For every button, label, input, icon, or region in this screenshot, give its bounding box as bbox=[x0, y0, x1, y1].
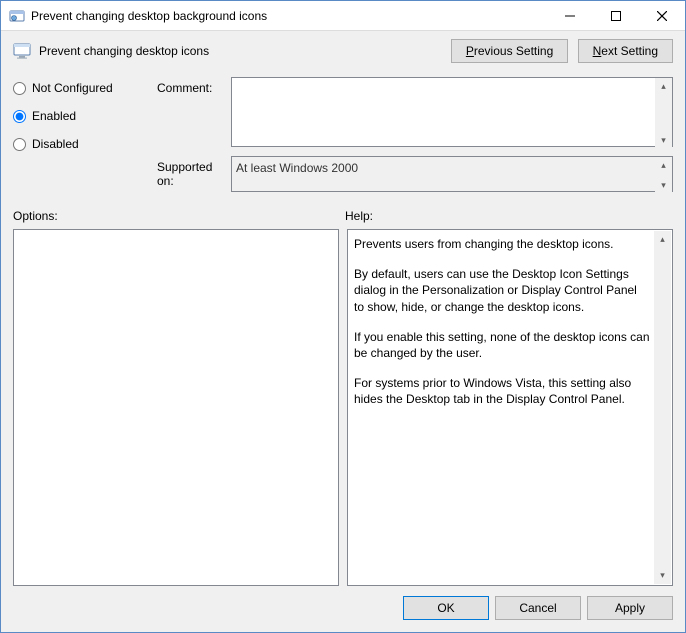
options-label: Options: bbox=[13, 209, 341, 223]
scroll-up-icon: ▴ bbox=[655, 78, 672, 95]
comment-label: Comment: bbox=[157, 77, 227, 95]
scroll-down-icon: ▾ bbox=[655, 132, 672, 149]
scroll-up-icon: ▴ bbox=[655, 157, 672, 174]
policy-icon bbox=[9, 8, 25, 24]
help-p3: If you enable this setting, none of the … bbox=[354, 329, 650, 361]
help-scrollbar[interactable]: ▴ ▾ bbox=[654, 231, 671, 584]
scroll-up-icon: ▴ bbox=[654, 231, 671, 248]
setting-icon bbox=[13, 42, 31, 60]
scroll-down-icon: ▾ bbox=[654, 567, 671, 584]
comment-scrollbar[interactable]: ▴ ▾ bbox=[655, 78, 672, 149]
radio-not-configured-input[interactable] bbox=[13, 82, 26, 95]
content-area: Prevent changing desktop icons Previous … bbox=[1, 31, 685, 632]
minimize-button[interactable] bbox=[547, 1, 593, 31]
help-p1: Prevents users from changing the desktop… bbox=[354, 236, 650, 252]
state-radios: Not Configured Enabled Disabled bbox=[13, 77, 153, 151]
radio-disabled-input[interactable] bbox=[13, 138, 26, 151]
radio-enabled[interactable]: Enabled bbox=[13, 109, 153, 123]
supported-on-text bbox=[231, 156, 673, 192]
panels-labels: Options: Help: bbox=[13, 209, 673, 223]
radio-enabled-input[interactable] bbox=[13, 110, 26, 123]
upper-grid: Not Configured Enabled Disabled Comment:… bbox=[13, 77, 673, 195]
cancel-button[interactable]: Cancel bbox=[495, 596, 581, 620]
nav-buttons: Previous Setting Next Setting bbox=[445, 39, 673, 63]
panels: Prevents users from changing the desktop… bbox=[13, 229, 673, 586]
previous-setting-button[interactable]: Previous Setting bbox=[451, 39, 568, 63]
radio-not-configured[interactable]: Not Configured bbox=[13, 81, 153, 95]
scroll-down-icon: ▾ bbox=[655, 177, 672, 194]
help-p2: By default, users can use the Desktop Ic… bbox=[354, 266, 650, 315]
window-title: Prevent changing desktop background icon… bbox=[31, 9, 547, 23]
help-label: Help: bbox=[341, 209, 673, 223]
maximize-button[interactable] bbox=[593, 1, 639, 31]
comment-input[interactable] bbox=[231, 77, 673, 147]
radio-not-configured-label: Not Configured bbox=[32, 81, 113, 95]
radio-enabled-label: Enabled bbox=[32, 109, 76, 123]
options-panel bbox=[13, 229, 339, 586]
help-p4: For systems prior to Windows Vista, this… bbox=[354, 375, 650, 407]
window-controls bbox=[547, 1, 685, 31]
ok-button[interactable]: OK bbox=[403, 596, 489, 620]
footer-buttons: OK Cancel Apply bbox=[13, 596, 673, 620]
next-setting-button[interactable]: Next Setting bbox=[578, 39, 673, 63]
supported-scrollbar[interactable]: ▴ ▾ bbox=[655, 157, 672, 194]
setting-title: Prevent changing desktop icons bbox=[39, 44, 445, 58]
apply-button[interactable]: Apply bbox=[587, 596, 673, 620]
help-panel: Prevents users from changing the desktop… bbox=[347, 229, 673, 586]
supported-on-label: Supported on: bbox=[157, 150, 227, 188]
close-button[interactable] bbox=[639, 1, 685, 31]
supported-on-wrap: ▴ ▾ bbox=[231, 156, 673, 195]
header-row: Prevent changing desktop icons Previous … bbox=[13, 39, 673, 63]
comment-field-wrap: ▴ ▾ bbox=[231, 77, 673, 150]
titlebar: Prevent changing desktop background icon… bbox=[1, 1, 685, 31]
radio-disabled[interactable]: Disabled bbox=[13, 137, 153, 151]
radio-disabled-label: Disabled bbox=[32, 137, 79, 151]
